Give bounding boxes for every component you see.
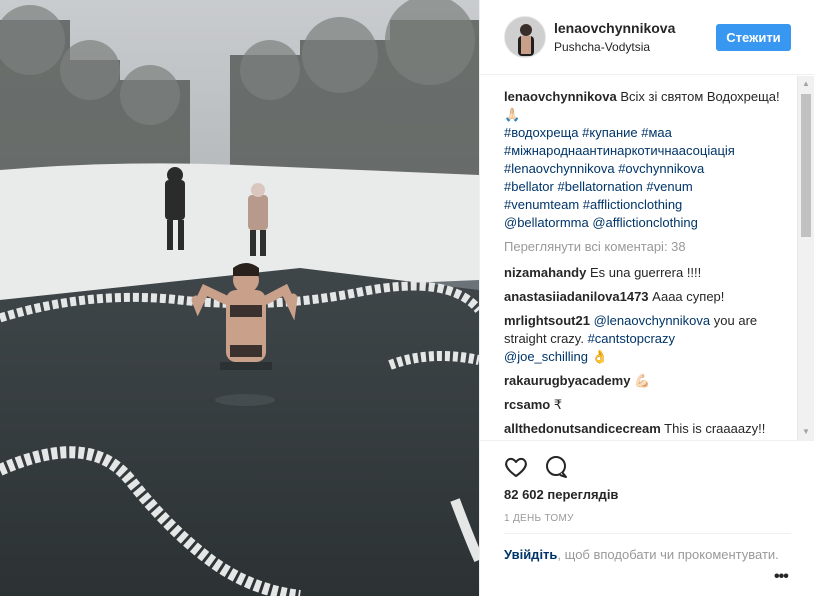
login-link[interactable]: Увійдіть [504,547,557,562]
avatar[interactable] [504,16,546,58]
hashtag-link[interactable]: #venumteam [504,197,579,212]
hashtag-link[interactable]: #міжнароднаантинаркотичнаасоціація [504,143,735,158]
hashtag-link[interactable]: #bellatornation [558,179,643,194]
follow-button[interactable]: Стежити [716,24,791,51]
comment-username[interactable]: rcsamo [504,397,550,412]
post-timestamp[interactable]: 1 день тому [504,513,574,524]
comment-text: 💪🏻 [634,373,651,388]
comment-item: rakaurugbyacademy 💪🏻 [504,372,794,390]
comment-text: This is craaaazy!! [664,421,766,436]
speech-bubble-icon[interactable] [542,453,570,481]
comment-text: ₹ [553,397,563,412]
comment-item: mrlightsout21 @lenaovchynnikova you are … [504,312,794,366]
mention-link[interactable]: @afflictionclothing [592,215,697,230]
post-media[interactable] [0,0,479,596]
comments-section[interactable]: lenaovchynnikova Всіх зі святом Водохрещ… [480,76,814,440]
mention-link[interactable]: @joe_schilling [504,349,588,364]
view-count[interactable]: 82 602 переглядів [504,487,618,502]
hashtag-link[interactable]: #ovchynnikova [618,161,704,176]
comment-text: Es una guerrera !!!! [589,265,702,280]
login-prompt-text: , щоб вподобати чи прокоментувати. [557,547,779,562]
hashtag-link[interactable]: #lenaovchynnikova [504,161,615,176]
mention-link[interactable]: @lenaovchynnikova [594,313,711,328]
comment-username[interactable]: anastasiiadanilova1473 [504,289,649,304]
hashtag-link[interactable]: #cantstopcrazy [588,331,675,346]
comment-item: rcsamo ₹ [504,396,794,414]
more-options-icon[interactable]: ••• [774,568,789,586]
comment-username[interactable]: mrlightsout21 [504,313,590,328]
scroll-down-arrow-icon[interactable]: ▼ [798,424,814,440]
comment-username[interactable]: nizamahandy [504,265,586,280]
comment-emoji: 👌 [591,349,608,364]
hashtag-link[interactable]: #afflictionclothing [583,197,683,212]
scrollbar-thumb[interactable] [801,94,811,237]
scroll-up-arrow-icon[interactable]: ▲ [798,76,814,92]
hashtag-link[interactable]: #водохреща [504,125,579,140]
post-caption: lenaovchynnikova Всіх зі святом Водохрещ… [504,88,794,232]
avatar-image [505,17,545,57]
login-prompt: Увійдіть, щоб вподобати чи прокоментуват… [504,533,791,564]
post-sidebar: lenaovchynnikova Pushcha-Vodytsia Стежит… [479,0,814,596]
comment-item: allthedonutsandicecream This is craaaazy… [504,420,794,438]
heart-icon[interactable] [502,453,530,481]
post-header: lenaovchynnikova Pushcha-Vodytsia Стежит… [480,0,814,75]
hashtag-link[interactable]: #купание [582,125,638,140]
comment-item: nizamahandy Es una guerrera !!!! [504,264,794,282]
comment-item: anastasiiadanilova1473 Аааа супер! [504,288,794,306]
media-scene [0,0,479,596]
comments-scrollbar[interactable]: ▲ ▼ [797,76,814,440]
caption-username[interactable]: lenaovchynnikova [504,89,617,104]
header-username-link[interactable]: lenaovchynnikova [554,20,675,36]
location-link[interactable]: Pushcha-Vodytsia [554,40,650,54]
mention-link[interactable]: @bellatormma [504,215,589,230]
comment-username[interactable]: allthedonutsandicecream [504,421,661,436]
comment-username[interactable]: rakaurugbyacademy [504,373,630,388]
comments-list: lenaovchynnikova Всіх зі святом Водохрещ… [504,88,794,440]
view-all-comments-link[interactable]: Переглянути всі коментарі: 38 [504,238,794,256]
hashtag-link[interactable]: #venum [646,179,692,194]
post-actions: 82 602 переглядів 1 день тому Увійдіть, … [480,440,814,596]
comment-text: Аааа супер! [652,289,725,304]
hashtag-link[interactable]: #bellator [504,179,554,194]
hashtag-link[interactable]: #маа [641,125,672,140]
